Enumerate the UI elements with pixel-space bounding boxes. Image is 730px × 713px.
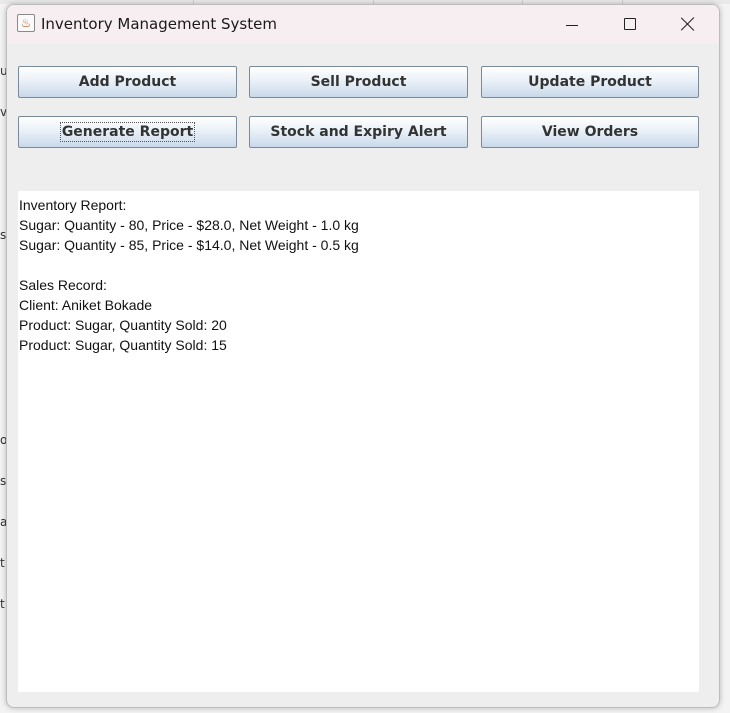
window-title: Inventory Management System	[41, 15, 277, 33]
report-text-area[interactable]: Inventory Report: Sugar: Quantity - 80, …	[18, 191, 699, 692]
report-line: Sugar: Quantity - 85, Price - $14.0, Net…	[19, 237, 359, 253]
report-line: Sugar: Quantity - 80, Price - $28.0, Net…	[19, 217, 359, 233]
report-line: Product: Sugar, Quantity Sold: 20	[19, 317, 227, 333]
report-line	[18, 255, 699, 275]
maximize-button[interactable]	[601, 5, 659, 43]
report-line: Inventory Report:	[19, 197, 127, 213]
java-app-icon[interactable]: ♨	[17, 14, 35, 32]
app-window: ♨ Inventory Management System Add Produc…	[6, 4, 720, 708]
update-product-label: Update Product	[528, 74, 652, 90]
view-orders-label: View Orders	[541, 124, 639, 140]
report-line: Sales Record:	[19, 277, 107, 293]
generate-report-button[interactable]: Generate Report	[18, 116, 237, 148]
generate-report-label: Generate Report	[59, 122, 196, 142]
update-product-button[interactable]: Update Product	[481, 66, 699, 98]
add-product-label: Add Product	[78, 74, 177, 90]
minimize-icon	[566, 24, 578, 26]
add-product-button[interactable]: Add Product	[18, 66, 237, 98]
report-line: Product: Sugar, Quantity Sold: 15	[19, 337, 227, 353]
stock-expiry-alert-button[interactable]: Stock and Expiry Alert	[249, 116, 468, 148]
sell-product-label: Sell Product	[310, 74, 407, 90]
report-line: Client: Aniket Bokade	[19, 297, 153, 313]
maximize-icon	[624, 18, 636, 30]
close-icon	[681, 17, 695, 31]
view-orders-button[interactable]: View Orders	[481, 116, 699, 148]
stock-expiry-alert-label: Stock and Expiry Alert	[270, 124, 447, 140]
close-button[interactable]	[659, 5, 717, 43]
sell-product-button[interactable]: Sell Product	[249, 66, 468, 98]
minimize-button[interactable]	[543, 5, 601, 43]
title-bar[interactable]: ♨ Inventory Management System	[7, 5, 719, 43]
